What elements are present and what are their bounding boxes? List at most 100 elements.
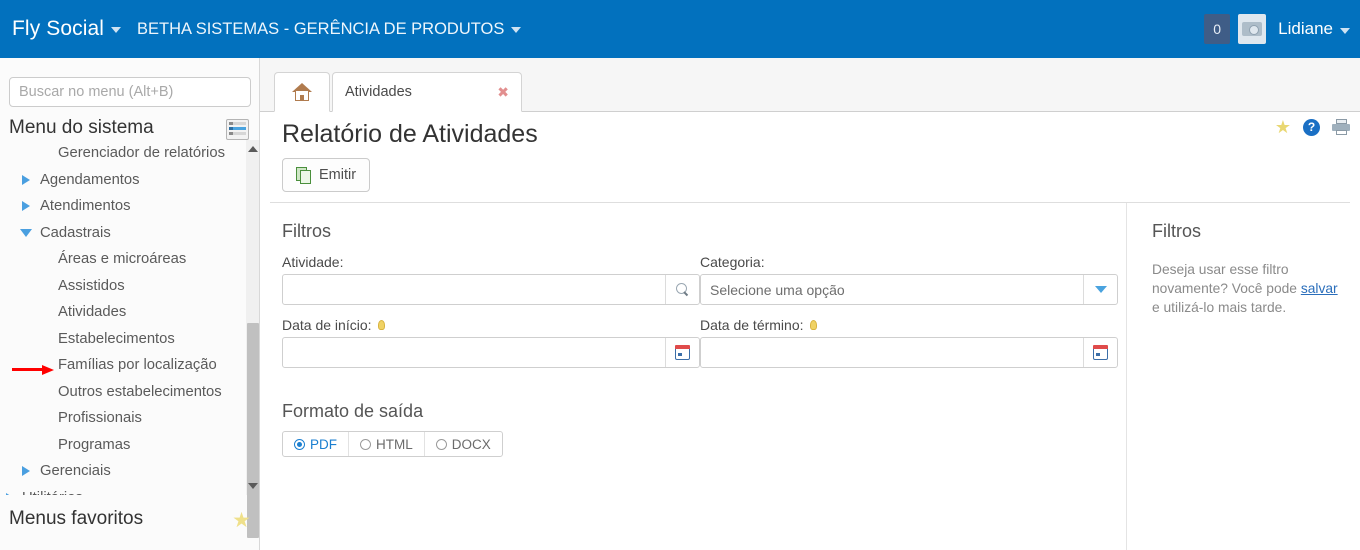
header-right-actions: 0 Lidiane bbox=[1204, 14, 1350, 44]
filters-form: Filtros Atividade: Categoria: Data de in… bbox=[260, 203, 1125, 550]
sidebar-item-gerenciais[interactable]: Gerenciais bbox=[0, 458, 246, 485]
save-filter-link[interactable]: salvar bbox=[1301, 281, 1338, 296]
search-button[interactable] bbox=[665, 275, 699, 304]
sidebar-item-label: Gerenciais bbox=[40, 463, 111, 479]
sidebar-item-label: Gerenciador de relatórios bbox=[58, 145, 225, 161]
calendar-icon bbox=[674, 345, 690, 360]
category-dropdown-button[interactable] bbox=[1083, 275, 1117, 304]
page-title: Relatório de Atividades bbox=[282, 120, 538, 148]
tab-home[interactable] bbox=[274, 72, 330, 112]
close-icon[interactable]: ✖ bbox=[497, 85, 509, 99]
page-actions: ★ ? bbox=[1275, 118, 1350, 136]
chevron-down-icon bbox=[511, 27, 522, 34]
sidebar-item-label: Estabelecimentos bbox=[58, 330, 175, 347]
start-date-label: Data de início: bbox=[282, 317, 385, 333]
scroll-up-arrow-icon[interactable] bbox=[248, 146, 258, 152]
chevron-down-icon[interactable] bbox=[20, 228, 32, 237]
sidebar-item-reas-e-micro-reas[interactable]: Áreas e microáreas bbox=[0, 246, 246, 273]
sidebar-item-atendimentos[interactable]: Atendimentos bbox=[0, 193, 246, 220]
user-name-label: Lidiane bbox=[1278, 19, 1333, 38]
camera-icon[interactable] bbox=[1238, 14, 1267, 44]
printer-paper bbox=[1336, 130, 1347, 135]
sidebar-item-label: Utilitários bbox=[22, 490, 83, 496]
tab-atividades[interactable]: Atividades ✖ bbox=[332, 72, 522, 112]
favorites-star-icon[interactable]: ★ bbox=[232, 510, 251, 531]
activity-label: Atividade: bbox=[282, 254, 344, 270]
sidebar-item-label: Profissionais bbox=[58, 410, 142, 426]
sidebar-item-estabelecimentos[interactable]: Estabelecimentos bbox=[0, 326, 246, 353]
radio-indicator bbox=[294, 438, 305, 450]
organization-label: BETHA SISTEMAS - GERÊNCIA DE PRODUTOS bbox=[137, 19, 505, 38]
category-select[interactable] bbox=[701, 275, 1083, 304]
scroll-down-arrow-icon[interactable] bbox=[248, 483, 258, 489]
app-header: Fly Social BETHA SISTEMAS - GERÊNCIA DE … bbox=[0, 0, 1360, 58]
tab-strip: Atividades ✖ bbox=[260, 58, 1360, 112]
chevron-down-icon bbox=[111, 27, 122, 34]
radio-html[interactable]: HTML bbox=[349, 432, 425, 456]
radio-docx[interactable]: DOCX bbox=[425, 432, 502, 456]
favorite-star-icon[interactable]: ★ bbox=[1275, 118, 1291, 136]
home-door bbox=[300, 95, 304, 101]
favorites-menu-title: Menus favoritos bbox=[9, 508, 144, 529]
list-row bbox=[229, 122, 246, 125]
notification-badge[interactable]: 0 bbox=[1204, 14, 1231, 44]
sidebar-item-label: Assistidos bbox=[58, 277, 125, 294]
sidebar-item-gerenciador-de-relat-rios[interactable]: Gerenciador de relatórios bbox=[0, 140, 246, 167]
end-date-field-wrap bbox=[700, 337, 1118, 368]
list-row bbox=[229, 132, 246, 135]
sidebar-item-label: Famílias por localização bbox=[58, 357, 217, 373]
sidebar-item-cadastrais[interactable]: Cadastrais bbox=[0, 220, 246, 247]
end-date-label: Data de término: bbox=[700, 317, 817, 333]
emitir-label: Emitir bbox=[319, 167, 357, 183]
radio-label: DOCX bbox=[451, 436, 491, 452]
emitir-button[interactable]: Emitir bbox=[282, 158, 371, 192]
report-pages-icon bbox=[296, 166, 312, 184]
chevron-right-icon[interactable] bbox=[22, 201, 30, 212]
help-panel-text: Deseja usar esse filtro novamente? Você … bbox=[1152, 260, 1346, 317]
menu-tree: Gerenciador de relatórios Agendamentos Ate… bbox=[0, 140, 246, 495]
start-date-input[interactable] bbox=[283, 338, 665, 367]
activity-field-wrap bbox=[282, 274, 700, 305]
start-date-field-wrap bbox=[282, 337, 700, 368]
sidebar-item-atividades[interactable]: Atividades bbox=[0, 299, 246, 326]
chevron-right-icon[interactable] bbox=[22, 466, 30, 477]
page-front bbox=[300, 169, 311, 184]
search-icon bbox=[676, 283, 689, 296]
sidebar-item-assistidos[interactable]: Assistidos bbox=[0, 273, 246, 300]
chevron-right-icon[interactable] bbox=[6, 492, 14, 495]
sidebar-item-programas[interactable]: Programas bbox=[0, 432, 246, 459]
menu-scrollbar[interactable] bbox=[246, 140, 259, 538]
sidebar: Menu do sistema Gerenciador de relatório… bbox=[0, 58, 260, 550]
sidebar-item-label: Agendamentos bbox=[40, 171, 140, 188]
start-date-calendar-button[interactable] bbox=[665, 338, 699, 367]
end-date-calendar-button[interactable] bbox=[1083, 338, 1117, 367]
help-icon[interactable]: ? bbox=[1303, 118, 1320, 136]
sidebar-item-agendamentos[interactable]: Agendamentos bbox=[0, 167, 246, 194]
user-menu[interactable]: Lidiane bbox=[1278, 19, 1350, 39]
organization-menu[interactable]: BETHA SISTEMAS - GERÊNCIA DE PRODUTOS bbox=[137, 19, 522, 39]
sidebar-item-label: Outros estabelecimentos bbox=[58, 383, 222, 400]
sidebar-item-fam-lias-por-localiza-o[interactable]: Famílias por localização bbox=[0, 352, 246, 379]
radio-pdf[interactable]: PDF bbox=[283, 432, 349, 456]
sidebar-item-outros-estabelecimentos[interactable]: Outros estabelecimentos bbox=[0, 379, 246, 406]
scroll-thumb[interactable] bbox=[247, 323, 259, 538]
print-icon[interactable] bbox=[1332, 119, 1350, 135]
list-view-icon[interactable] bbox=[226, 119, 249, 140]
calendar-icon bbox=[1092, 345, 1108, 360]
end-date-input[interactable] bbox=[701, 338, 1083, 367]
brand-menu[interactable]: Fly Social bbox=[12, 17, 122, 41]
sidebar-item-label: Áreas e microáreas bbox=[58, 251, 187, 267]
radio-label: PDF bbox=[310, 436, 337, 452]
category-field-wrap bbox=[700, 274, 1118, 305]
help-panel-title: Filtros bbox=[1152, 221, 1201, 241]
hint-bulb-icon[interactable] bbox=[809, 320, 817, 331]
menu-search-input[interactable] bbox=[9, 77, 251, 107]
sidebar-item-utilit-rios[interactable]: Utilitários bbox=[0, 485, 246, 496]
sidebar-item-profissionais[interactable]: Profissionais bbox=[0, 405, 246, 432]
chevron-right-icon[interactable] bbox=[22, 174, 30, 185]
tab-label: Atividades bbox=[345, 84, 412, 100]
filters-heading: Filtros bbox=[282, 221, 331, 241]
activity-input[interactable] bbox=[283, 275, 665, 304]
hint-bulb-icon[interactable] bbox=[377, 320, 385, 331]
sidebar-item-label: Cadastrais bbox=[40, 224, 111, 241]
